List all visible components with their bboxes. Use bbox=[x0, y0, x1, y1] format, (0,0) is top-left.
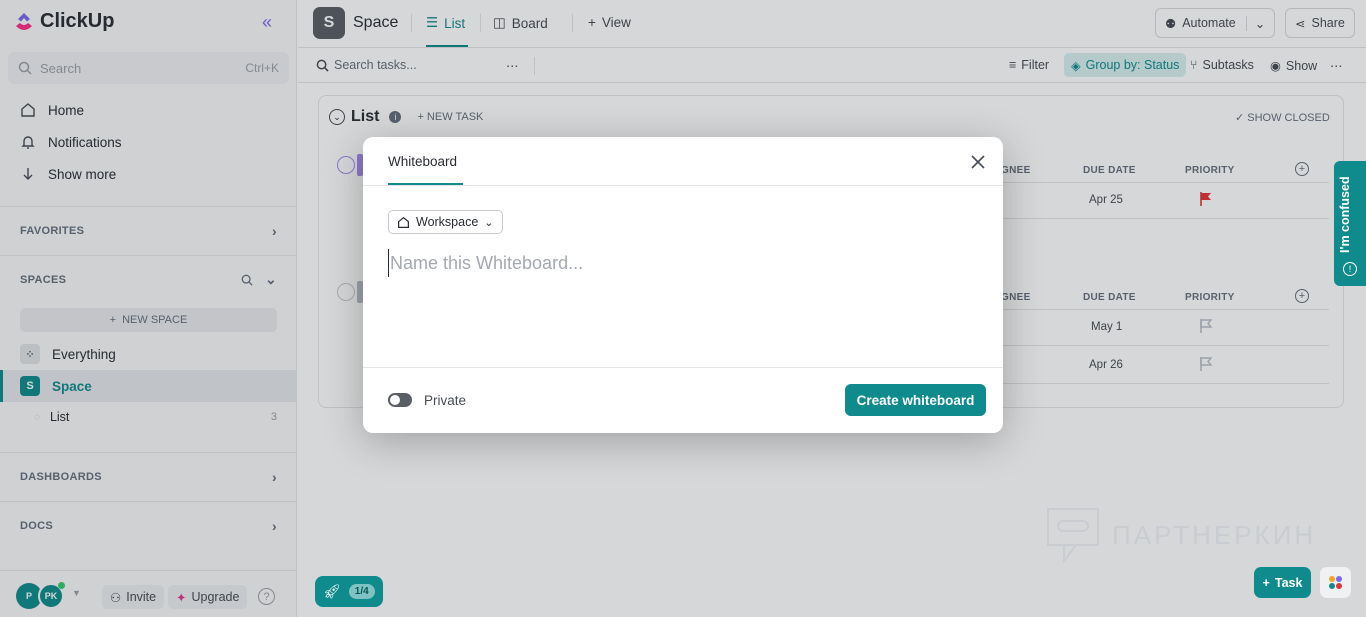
workspace-selector[interactable]: Workspace ⌄ bbox=[388, 210, 503, 234]
create-whiteboard-button[interactable]: Create whiteboard bbox=[845, 384, 986, 416]
create-whiteboard-modal: Whiteboard Workspace ⌄ Private Create wh… bbox=[363, 137, 1003, 433]
watermark-text: ПАРТНЕРКИН bbox=[1112, 519, 1317, 550]
onboarding-progress: 1/4 bbox=[348, 584, 375, 599]
apps-grid-icon bbox=[1329, 576, 1342, 589]
home-icon bbox=[398, 216, 409, 228]
onboarding-button[interactable]: 🚀︎ 1/4 bbox=[315, 576, 383, 607]
alert-icon: ! bbox=[1343, 262, 1357, 276]
private-toggle[interactable] bbox=[388, 393, 412, 407]
task-label: Task bbox=[1274, 575, 1303, 590]
feedback-tab[interactable]: I'm confused ! bbox=[1334, 161, 1366, 286]
rocket-icon: 🚀︎ bbox=[323, 583, 341, 599]
watermark: ПАРТНЕРКИН bbox=[1046, 507, 1316, 563]
feedback-label: I'm confused bbox=[1338, 176, 1352, 253]
chevron-down-icon: ⌄ bbox=[484, 216, 494, 229]
new-task-button[interactable]: + Task bbox=[1254, 567, 1311, 598]
divider bbox=[363, 367, 1003, 368]
watermark-logo-icon bbox=[1047, 508, 1099, 563]
plus-icon: + bbox=[1262, 575, 1270, 590]
close-icon[interactable] bbox=[969, 153, 987, 171]
workspace-label: Workspace bbox=[416, 215, 479, 229]
apps-button[interactable] bbox=[1320, 567, 1351, 598]
divider bbox=[363, 185, 1003, 186]
private-label: Private bbox=[424, 393, 467, 408]
tab-whiteboard[interactable]: Whiteboard bbox=[388, 154, 457, 169]
whiteboard-name-input[interactable] bbox=[388, 249, 978, 277]
